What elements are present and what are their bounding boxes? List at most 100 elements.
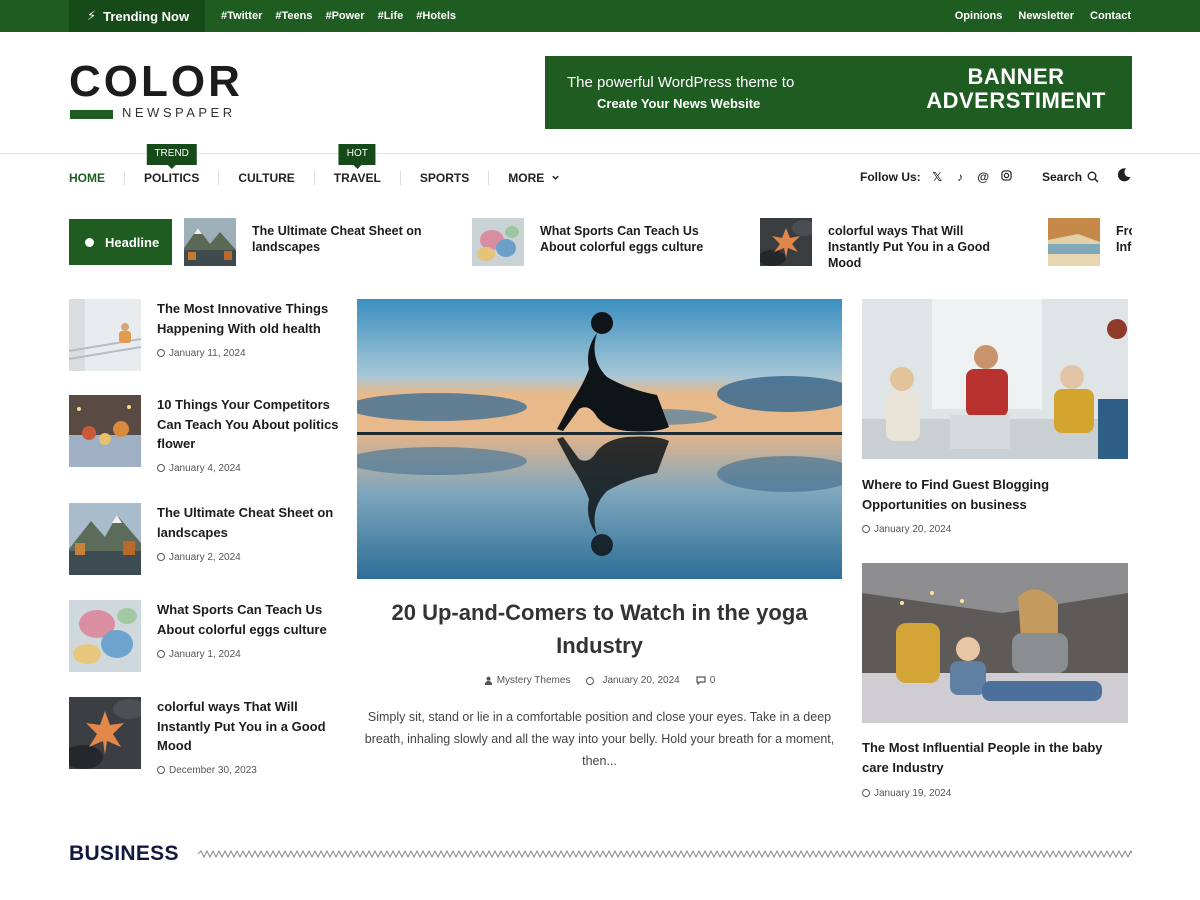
author-meta[interactable]: Mystery Themes — [484, 675, 571, 686]
ticker-item[interactable]: What Sports Can Teach Us About colorful … — [472, 218, 742, 266]
post-image[interactable] — [862, 563, 1128, 723]
main-nav: HOME TREND POLITICS CULTURE HOT TRAVEL SPO… — [69, 144, 579, 188]
search-icon — [1087, 171, 1099, 183]
clock-icon — [586, 676, 595, 685]
nav-label: CULTURE — [238, 171, 295, 185]
post-image[interactable] — [862, 299, 1128, 459]
clock-icon — [862, 525, 870, 533]
clock-icon — [862, 789, 870, 797]
search-button[interactable]: Search — [1042, 168, 1099, 186]
ticker-thumbnail — [184, 218, 236, 266]
post-card[interactable]: The Most Innovative Things Happening Wit… — [69, 299, 339, 371]
banner-line1: The powerful WordPress theme to — [567, 74, 795, 91]
post-date-text: January 1, 2024 — [169, 649, 241, 660]
post-card[interactable]: What Sports Can Teach Us About colorful … — [69, 600, 339, 672]
comments-meta[interactable]: 0 — [696, 675, 716, 686]
site-logo[interactable]: COLOR NEWSPAPER — [69, 60, 259, 124]
headline-label-box: Headline — [69, 219, 172, 265]
tag-link[interactable]: #Hotels — [416, 10, 456, 22]
banner-line2: Create Your News Website — [597, 96, 761, 111]
bolt-icon: ⚡ — [87, 8, 97, 23]
follow-label: Follow Us: — [860, 170, 921, 184]
post-title[interactable]: What Sports Can Teach Us About colorful … — [157, 600, 342, 639]
threads-icon[interactable]: @ — [977, 170, 990, 184]
top-bar: ⚡ Trending Now #Twitter #Teens #Power #L… — [0, 0, 1200, 32]
post-card[interactable]: The Ultimate Cheat Sheet on landscapes J… — [69, 503, 339, 575]
post-title[interactable]: The Most Innovative Things Happening Wit… — [157, 299, 342, 338]
nav-home[interactable]: HOME — [69, 171, 124, 185]
section-wave-divider — [198, 849, 1132, 859]
headline-label: Headline — [105, 234, 160, 250]
tag-link[interactable]: #Teens — [275, 10, 312, 22]
logo-title: COLOR — [69, 57, 243, 106]
post-thumbnail — [69, 503, 141, 575]
tiktok-icon[interactable]: ♪ — [954, 170, 967, 184]
nav-more[interactable]: MORE — [488, 171, 578, 185]
logo-accent-bar — [70, 110, 113, 119]
comment-count: 0 — [709, 675, 716, 686]
nav-label: SPORTS — [419, 171, 470, 185]
tag-link[interactable]: #Twitter — [221, 10, 262, 22]
post-thumbnail — [69, 299, 141, 371]
x-twitter-icon[interactable]: 𝕏 — [931, 170, 944, 184]
ticker-thumbnail — [760, 218, 812, 266]
banner-ad[interactable]: The powerful WordPress theme to Create Y… — [545, 56, 1132, 129]
featured-image[interactable] — [357, 299, 842, 579]
top-links: Opinions Newsletter Contact — [955, 0, 1131, 32]
hot-badge: HOT — [338, 144, 376, 169]
post-card[interactable]: colorful ways That Will Instantly Put Yo… — [69, 697, 342, 776]
clock-icon — [157, 766, 165, 774]
banner-right-text: BANNER ADVERSTIMENT — [926, 65, 1106, 113]
opinions-link[interactable]: Opinions — [955, 10, 1003, 22]
trending-label: Trending Now — [103, 8, 190, 24]
pulse-dot-icon — [85, 237, 94, 247]
nav-sports[interactable]: SPORTS — [399, 171, 488, 185]
post-date-text: January 20, 2024 — [874, 524, 952, 535]
post-date-text: January 4, 2024 — [169, 463, 241, 474]
post-date: January 4, 2024 — [157, 463, 241, 474]
post-date: January 1, 2024 — [157, 649, 241, 660]
instagram-icon[interactable] — [1000, 170, 1013, 184]
dark-mode-icon[interactable] — [1116, 167, 1132, 183]
post-date: January 2, 2024 — [157, 552, 241, 563]
post-date: January 19, 2024 — [862, 788, 951, 799]
post-title[interactable]: 10 Things Your Competitors Can Teach You… — [157, 395, 342, 454]
post-title[interactable]: Where to Find Guest Blogging Opportuniti… — [862, 475, 1132, 514]
ticker-item[interactable]: colorful ways That Will Instantly Put Yo… — [760, 218, 1030, 270]
featured-excerpt: Simply sit, stand or lie in a comfortabl… — [364, 710, 835, 768]
nav-culture[interactable]: CULTURE — [218, 171, 313, 185]
ticker-thumbnail — [1048, 218, 1100, 266]
tag-link[interactable]: #Power — [325, 10, 364, 22]
ticker-title: Fro Inf — [1116, 224, 1132, 254]
featured-title[interactable]: 20 Up-and-Comers to Watch in the yoga In… — [357, 596, 842, 662]
contact-link[interactable]: Contact — [1090, 10, 1131, 22]
trending-tags: #Twitter #Teens #Power #Life #Hotels — [221, 0, 456, 32]
ticker-title: The Ultimate Cheat Sheet on landscapes — [252, 224, 422, 254]
post-title[interactable]: The Ultimate Cheat Sheet on landscapes — [157, 503, 342, 542]
post-title[interactable]: The Most Influential People in the baby … — [862, 738, 1132, 777]
nav-travel[interactable]: HOT TRAVEL — [313, 144, 400, 185]
post-date: December 30, 2023 — [157, 765, 257, 776]
tag-link[interactable]: #Life — [378, 10, 404, 22]
ticker-item[interactable]: Fro Inf — [1048, 218, 1132, 266]
clock-icon — [157, 553, 165, 561]
author-name: Mystery Themes — [496, 675, 571, 686]
post-title[interactable]: colorful ways That Will Instantly Put Yo… — [157, 697, 342, 756]
post-card[interactable]: 10 Things Your Competitors Can Teach You… — [69, 395, 342, 474]
ticker-title: colorful ways That Will Instantly Put Yo… — [828, 224, 991, 270]
post-date-text: January 11, 2024 — [169, 348, 246, 359]
newsletter-link[interactable]: Newsletter — [1018, 10, 1074, 22]
ticker-item[interactable]: The Ultimate Cheat Sheet on landscapes — [184, 218, 454, 266]
trend-badge: TREND — [146, 144, 197, 169]
post-thumbnail — [69, 395, 141, 467]
logo-subtitle: NEWSPAPER — [122, 105, 236, 120]
banner-right-line2: ADVERSTIMENT — [926, 88, 1106, 113]
nav-politics[interactable]: TREND POLITICS — [124, 144, 218, 185]
post-thumbnail — [69, 697, 141, 769]
search-label: Search — [1042, 170, 1083, 184]
nav-label: HOME — [69, 171, 105, 185]
post-thumbnail — [69, 600, 141, 672]
section-title-business: BUSINESS — [69, 842, 179, 865]
post-date-text: January 19, 2024 — [874, 788, 952, 799]
date-meta: January 20, 2024 — [586, 675, 680, 686]
